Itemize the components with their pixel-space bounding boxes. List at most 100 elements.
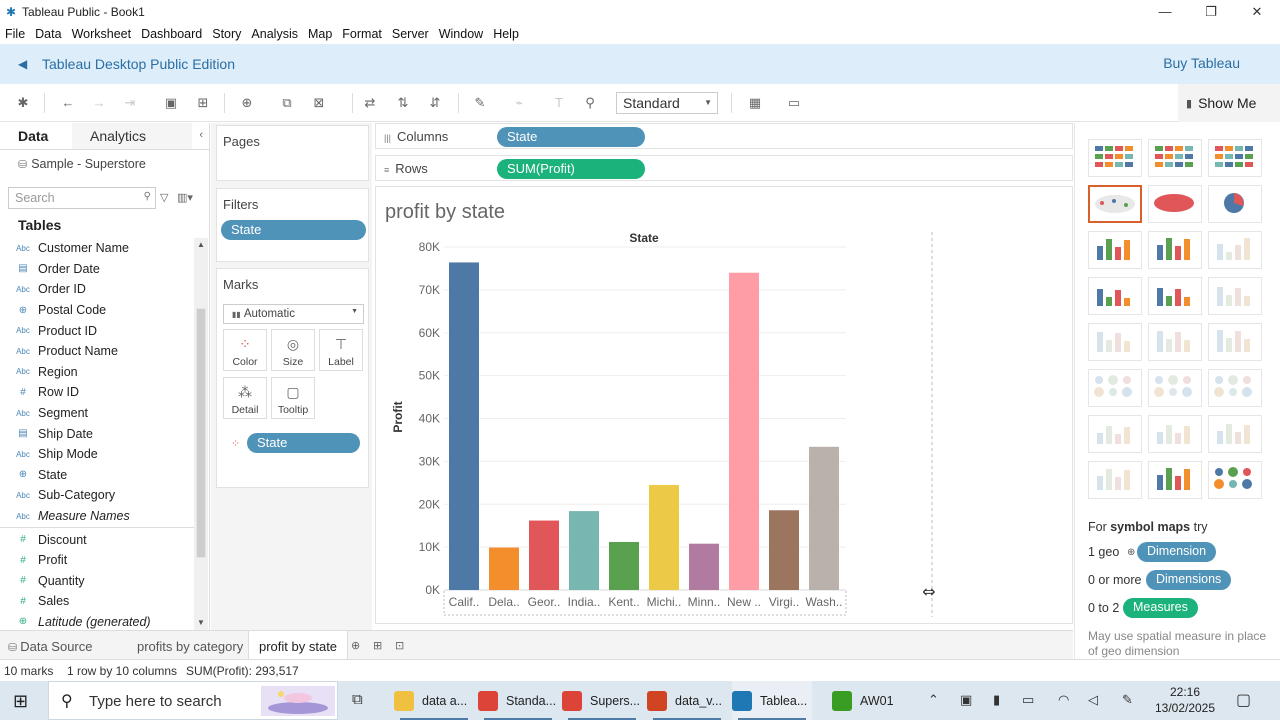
show-me-horizontal-bars-icon[interactable] <box>1088 231 1142 269</box>
replay-icon[interactable]: ⇥ <box>122 95 138 111</box>
show-me-scatter-plot-icon[interactable] <box>1088 415 1142 453</box>
show-me-area-continuous-icon[interactable] <box>1088 369 1142 407</box>
field-item[interactable]: # Sales <box>0 591 194 612</box>
wifi-icon[interactable]: ◠ <box>1058 692 1069 708</box>
rows-shelf[interactable]: ≡ Rows SUM(Profit) <box>375 155 1073 181</box>
tab-profits-by-category[interactable]: profits by category <box>137 639 243 654</box>
show-me-text-table-icon[interactable] <box>1088 139 1142 177</box>
show-me-histogram-icon[interactable] <box>1148 415 1202 453</box>
show-me-packed-bubbles-icon[interactable] <box>1208 461 1262 499</box>
collapse-pane-icon[interactable]: ‹ <box>199 129 203 141</box>
show-me-filled-map-icon[interactable] <box>1148 185 1202 223</box>
taskbar-app[interactable]: Standa... <box>478 681 558 720</box>
show-mark-labels-icon[interactable]: T <box>551 95 567 110</box>
show-me-pie-chart-icon[interactable] <box>1208 185 1262 223</box>
field-item[interactable]: Abc Product ID <box>0 320 194 341</box>
field-item[interactable]: ▤ Order Date <box>0 259 194 280</box>
show-me-highlight-table-icon[interactable] <box>1208 139 1262 177</box>
new-data-source-icon[interactable]: ⊞ <box>195 95 211 111</box>
field-item[interactable]: Abc Customer Name <box>0 238 194 259</box>
scroll-up-icon[interactable]: ▲ <box>197 240 205 249</box>
taskbar-search[interactable]: ⚲ Type here to search <box>48 681 338 720</box>
show-me-gantt-chart-icon[interactable] <box>1088 461 1142 499</box>
tab-data[interactable]: Data <box>0 123 72 149</box>
chevron-up-icon[interactable]: ⌃ <box>928 692 939 708</box>
fit-dropdown[interactable]: Standard ▼ <box>616 92 718 114</box>
undo-icon[interactable]: ← <box>60 95 76 110</box>
windows-start-icon[interactable]: ⊞ <box>13 691 28 712</box>
field-item[interactable]: Abc Order ID <box>0 279 194 300</box>
tab-analytics[interactable]: Analytics <box>72 123 192 149</box>
show-me-dual-combination-icon[interactable] <box>1208 369 1262 407</box>
menu-data[interactable]: Data <box>30 27 66 41</box>
show-me-treemap-icon[interactable] <box>1088 277 1142 315</box>
tab-data-source[interactable]: ⛁ Data Source <box>8 639 92 654</box>
field-item[interactable]: Abc Measure Names <box>0 506 194 527</box>
size-button[interactable]: ◎ Size <box>271 329 315 371</box>
taskbar-app[interactable]: AW01 <box>832 681 912 720</box>
field-item[interactable]: Abc Segment <box>0 403 194 424</box>
swap-rows-columns-icon[interactable]: ⇄ <box>362 95 378 111</box>
label-button[interactable]: ⊤ Label <box>319 329 363 371</box>
menu-format[interactable]: Format <box>337 27 387 41</box>
menu-window[interactable]: Window <box>434 27 488 41</box>
close-icon[interactable]: ✕ <box>1234 0 1280 23</box>
fix-axes-icon[interactable]: ⚲ <box>582 95 598 111</box>
filter-pill-state[interactable]: State <box>221 220 366 240</box>
system-clock[interactable]: 22:16 13/02/2025 <box>1150 684 1220 716</box>
field-item[interactable]: ⊕ Postal Code <box>0 300 194 321</box>
notifications-icon[interactable]: ▢ <box>1236 690 1251 710</box>
field-list-scrollbar[interactable]: ▲ ▼ <box>194 238 208 630</box>
save-icon[interactable]: ▣ <box>163 95 179 111</box>
pages-card[interactable]: Pages <box>216 125 369 181</box>
field-item[interactable]: # Row ID <box>0 382 194 403</box>
show-me-symbol-map-icon[interactable] <box>1088 185 1142 223</box>
restore-icon[interactable]: ❐ <box>1188 0 1234 23</box>
show-me-side-by-side-bars-icon[interactable] <box>1208 231 1262 269</box>
show-cards-icon[interactable]: ▦ <box>747 95 763 111</box>
mark-type-dropdown[interactable]: ▮▮ Automatic ▼ <box>223 304 364 324</box>
show-me-circle-views-icon[interactable] <box>1148 277 1202 315</box>
usb-icon[interactable]: ▮ <box>993 692 1000 708</box>
color-button[interactable]: ⁘ Color <box>223 329 267 371</box>
show-me-button[interactable]: ▮ Show Me <box>1178 84 1280 122</box>
clear-sheet-icon[interactable]: ⊠ <box>311 95 327 111</box>
rows-pill-sum-profit[interactable]: SUM(Profit) <box>497 159 645 179</box>
show-me-area-discrete-icon[interactable] <box>1148 369 1202 407</box>
sort-ascending-icon[interactable]: ⇅ <box>395 95 411 111</box>
show-me-bullet-graph-icon[interactable] <box>1148 461 1202 499</box>
marks-pill-state[interactable]: State <box>247 433 360 453</box>
volume-icon[interactable]: ◁ <box>1088 692 1098 708</box>
scroll-down-icon[interactable]: ▼ <box>197 618 205 627</box>
menu-server[interactable]: Server <box>387 27 434 41</box>
show-me-dual-lines-icon[interactable] <box>1208 323 1262 361</box>
filter-fields-icon[interactable]: ▽ <box>160 191 168 204</box>
show-me-heat-map-icon[interactable] <box>1148 139 1202 177</box>
menu-story[interactable]: Story <box>207 27 246 41</box>
menu-analysis[interactable]: Analysis <box>246 27 303 41</box>
presentation-mode-icon[interactable]: ▭ <box>786 95 802 111</box>
columns-pill-state[interactable]: State <box>497 127 645 147</box>
field-item[interactable]: Abc Sub-Category <box>0 485 194 506</box>
group-members-icon[interactable]: ⌁ <box>511 95 527 111</box>
new-worksheet-icon[interactable]: ⊕ <box>239 95 255 111</box>
taskbar-app[interactable]: data_v... <box>647 681 727 720</box>
columns-shelf[interactable]: ||| Columns State <box>375 123 1073 149</box>
field-item[interactable]: Abc Product Name <box>0 341 194 362</box>
show-me-stacked-bars-icon[interactable] <box>1148 231 1202 269</box>
field-item[interactable]: Abc Region <box>0 362 194 383</box>
new-worksheet-icon[interactable]: ⊕ <box>351 639 360 652</box>
show-me-side-by-side-circles-icon[interactable] <box>1208 277 1262 315</box>
field-item[interactable]: # Quantity <box>0 571 194 592</box>
detail-button[interactable]: ⁂ Detail <box>223 377 267 419</box>
menu-worksheet[interactable]: Worksheet <box>67 27 137 41</box>
tab-profit-by-state[interactable]: profit by state <box>248 631 349 660</box>
sort-descending-icon[interactable]: ⇵ <box>427 95 443 111</box>
field-item[interactable]: ⊕ State <box>0 465 194 486</box>
redo-icon[interactable]: → <box>91 95 107 110</box>
view-options-icon[interactable]: ▥▾ <box>177 191 193 204</box>
new-story-icon[interactable]: ⊡ <box>395 639 404 652</box>
field-item[interactable]: ▤ Ship Date <box>0 423 194 444</box>
show-me-discrete-lines-icon[interactable] <box>1148 323 1202 361</box>
filters-card[interactable]: Filters State <box>216 188 369 262</box>
